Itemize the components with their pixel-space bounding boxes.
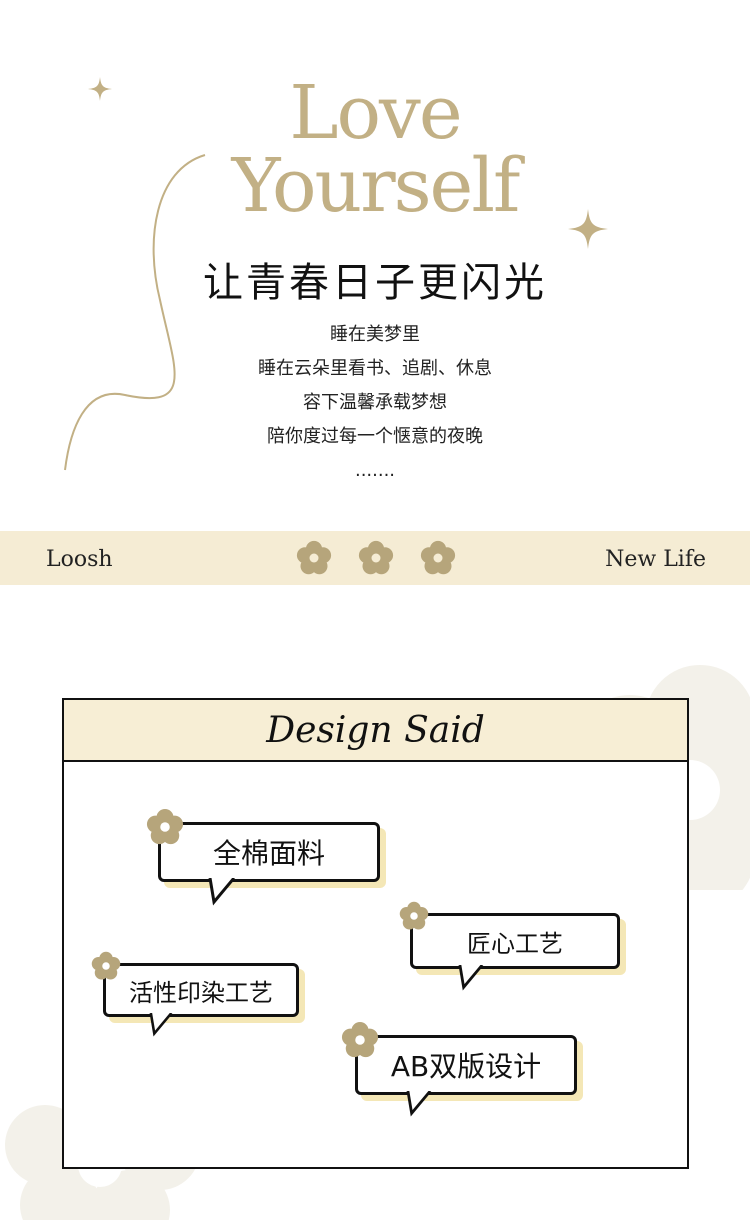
flower-icon (420, 540, 456, 575)
bubble-tail (458, 965, 484, 991)
bubble-label: 全棉面料 (212, 837, 325, 870)
bubble-label: AB双版设计 (390, 1050, 542, 1083)
flower-icon (399, 901, 429, 930)
poem-line: 陪你度过每一个惬意的夜晚 (267, 426, 483, 447)
band-right-text: New Life (605, 547, 706, 572)
flower-icon (341, 1021, 379, 1058)
design-said-title: Design Said (266, 710, 485, 751)
bubble-tail (208, 878, 236, 906)
flower-icon (91, 951, 121, 980)
poem-line: 睡在云朵里看书、追剧、休息 (258, 358, 492, 379)
design-said-header: Design Said (64, 700, 687, 762)
poem-line: ....... (354, 460, 396, 481)
poem-line: 睡在美梦里 (330, 324, 420, 345)
bubble-label: 匠心工艺 (467, 929, 563, 958)
brand-band: Loosh New Life (0, 531, 750, 585)
hero-title-line2: Yourself (231, 143, 521, 229)
flower-icon (146, 808, 184, 845)
speech-bubble-ab-design: AB双版设计 (355, 1035, 577, 1095)
bubble-tail (406, 1091, 432, 1117)
poem-line: 容下温馨承载梦想 (303, 392, 447, 413)
speech-bubble-craft: 匠心工艺 (410, 913, 620, 969)
flower-icon (358, 540, 394, 575)
band-left-text: Loosh (46, 547, 113, 572)
hero-subtitle: 让青春日子更闪光 (203, 260, 547, 306)
speech-bubble-cotton: 全棉面料 (158, 822, 380, 882)
speech-bubble-dyeing: 活性印染工艺 (103, 963, 299, 1017)
flower-icon (296, 540, 332, 575)
bubble-label: 活性印染工艺 (129, 978, 273, 1007)
hero-poem: 睡在美梦里 睡在云朵里看书、追剧、休息 容下温馨承载梦想 陪你度过每一个惬意的夜… (0, 318, 750, 488)
bubble-tail (149, 1013, 173, 1037)
